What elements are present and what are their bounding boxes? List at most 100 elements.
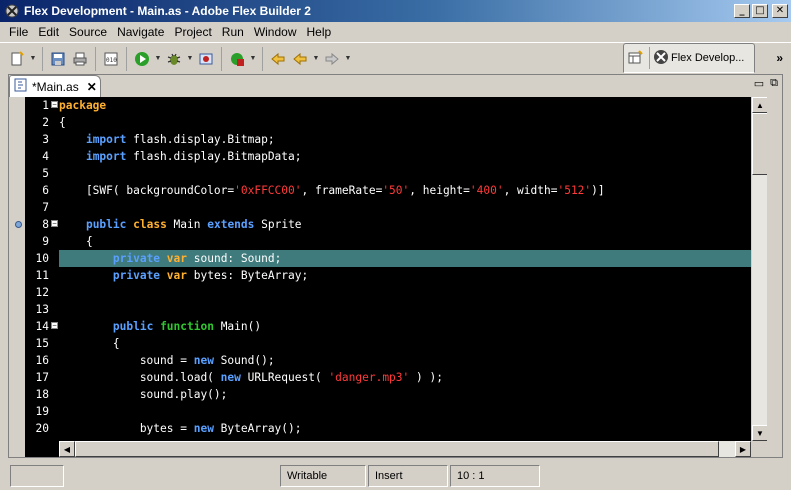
code-token: {: [59, 337, 120, 350]
horizontal-scrollbar[interactable]: ◀ ▶: [59, 441, 751, 457]
line-number: 8: [42, 218, 49, 231]
code-line[interactable]: [SWF( backgroundColor='0xFFCC00', frameR…: [59, 182, 751, 199]
code-token-kw: public: [112, 320, 154, 333]
menu-source[interactable]: Source: [64, 25, 112, 39]
open-perspective-icon[interactable]: [624, 47, 646, 69]
menu-run[interactable]: Run: [217, 25, 249, 39]
scroll-up-icon[interactable]: ▲: [752, 97, 768, 113]
code-token-kw: private: [112, 252, 161, 265]
status-insert-mode: Insert: [368, 465, 448, 487]
new-dropdown-icon[interactable]: ▼: [28, 48, 38, 70]
overview-ruler: [767, 97, 782, 457]
code-token: sound.load(: [59, 371, 221, 384]
code-line[interactable]: public class Main extends Sprite: [59, 216, 751, 233]
code-token-kw2: package: [59, 99, 107, 112]
menu-project[interactable]: Project: [169, 25, 216, 39]
external-tools-dropdown-icon[interactable]: ▼: [248, 48, 258, 70]
forward-dropdown-icon[interactable]: ▼: [343, 48, 353, 70]
debug-dropdown-icon[interactable]: ▼: [185, 48, 195, 70]
code-text-area[interactable]: package { import flash.display.Bitmap; im…: [59, 97, 751, 441]
line-number: 3: [42, 133, 49, 146]
more-perspectives-button[interactable]: »: [776, 51, 783, 65]
save-icon[interactable]: [47, 48, 69, 70]
code-token-kw: extends: [207, 218, 255, 231]
scroll-down-icon[interactable]: ▼: [752, 425, 768, 441]
back-dropdown-icon[interactable]: ▼: [311, 48, 321, 70]
menu-file[interactable]: File: [4, 25, 33, 39]
code-token: Sprite: [254, 218, 302, 231]
code-token: Sound();: [213, 354, 275, 367]
code-line[interactable]: package: [59, 97, 751, 114]
maximize-view-icon[interactable]: ⧉: [770, 77, 778, 90]
scroll-right-icon[interactable]: ▶: [735, 441, 751, 457]
new-icon[interactable]: [6, 48, 28, 70]
external-tools-icon[interactable]: [226, 48, 248, 70]
fold-toggle-icon[interactable]: −: [51, 101, 58, 108]
code-line[interactable]: {: [59, 335, 751, 352]
code-editor[interactable]: 1−2 3 4 5 6 7 8−9 10 11 12 13 14−15 16 17 18 19 20 packa…: [9, 97, 782, 457]
forward-icon[interactable]: [321, 48, 343, 70]
run-icon[interactable]: [131, 48, 153, 70]
code-line[interactable]: [59, 284, 751, 301]
status-grip: [10, 465, 64, 487]
debug-icon[interactable]: [163, 48, 185, 70]
code-token: URLRequest(: [240, 371, 329, 384]
code-token-kwg: function: [160, 320, 214, 333]
line-number: 11: [35, 269, 49, 282]
code-line[interactable]: sound = new Sound();: [59, 352, 751, 369]
code-line[interactable]: bytes = new ByteArray();: [59, 420, 751, 437]
close-button[interactable]: ✕: [772, 4, 788, 18]
minimize-view-icon[interactable]: ▭: [754, 77, 764, 90]
code-line[interactable]: public function Main(): [59, 318, 751, 335]
current-code-line[interactable]: private var sound: Sound;: [59, 250, 751, 267]
menu-edit[interactable]: Edit: [33, 25, 64, 39]
perspective-switcher[interactable]: Flex Develop...: [623, 43, 755, 73]
code-line[interactable]: sound.load( new URLRequest( 'danger.mp3'…: [59, 369, 751, 386]
code-line[interactable]: import flash.display.Bitmap;: [59, 131, 751, 148]
fold-toggle-icon[interactable]: −: [51, 220, 58, 227]
perspective-label[interactable]: Flex Develop...: [671, 52, 744, 64]
code-line[interactable]: [59, 403, 751, 420]
code-token-kw2: var: [166, 252, 188, 265]
menu-help[interactable]: Help: [302, 25, 337, 39]
vertical-scrollbar[interactable]: ▲ ▼: [751, 97, 768, 441]
code-token-str: '400': [469, 184, 504, 197]
code-line[interactable]: import flash.display.BitmapData;: [59, 148, 751, 165]
last-edit-icon[interactable]: [267, 48, 289, 70]
line-number: 5: [42, 167, 49, 180]
code-token: , height=: [409, 184, 470, 197]
code-line[interactable]: sound.play();: [59, 386, 751, 403]
back-icon[interactable]: [289, 48, 311, 70]
print-icon[interactable]: [69, 48, 91, 70]
code-line[interactable]: private var bytes: ByteArray;: [59, 267, 751, 284]
code-token: ByteArray();: [213, 422, 302, 435]
binary-icon[interactable]: 010: [100, 48, 122, 70]
line-number: 19: [35, 405, 49, 418]
vertical-scroll-thumb[interactable]: [752, 113, 768, 175]
fold-toggle-icon[interactable]: −: [51, 322, 58, 329]
override-marker-icon[interactable]: [15, 221, 22, 228]
horizontal-scroll-thumb[interactable]: [75, 441, 719, 457]
maximize-button[interactable]: □: [752, 4, 768, 18]
export-icon[interactable]: [195, 48, 217, 70]
code-line[interactable]: [59, 165, 751, 182]
code-line[interactable]: [59, 199, 751, 216]
close-tab-icon[interactable]: ✕: [87, 80, 97, 94]
run-dropdown-icon[interactable]: ▼: [153, 48, 163, 70]
line-number: 1: [42, 99, 49, 112]
code-line[interactable]: {: [59, 233, 751, 250]
code-line[interactable]: [59, 301, 751, 318]
scroll-left-icon[interactable]: ◀: [59, 441, 75, 457]
code-token: ) );: [409, 371, 443, 384]
minimize-button[interactable]: _: [734, 4, 750, 18]
code-token: Main(): [213, 320, 262, 333]
line-number: 20: [35, 422, 49, 435]
menu-window[interactable]: Window: [249, 25, 302, 39]
tab-main-as[interactable]: *Main.as ✕: [9, 75, 101, 97]
code-line[interactable]: {: [59, 114, 751, 131]
menu-navigate[interactable]: Navigate: [112, 25, 169, 39]
line-number: 13: [35, 303, 49, 316]
